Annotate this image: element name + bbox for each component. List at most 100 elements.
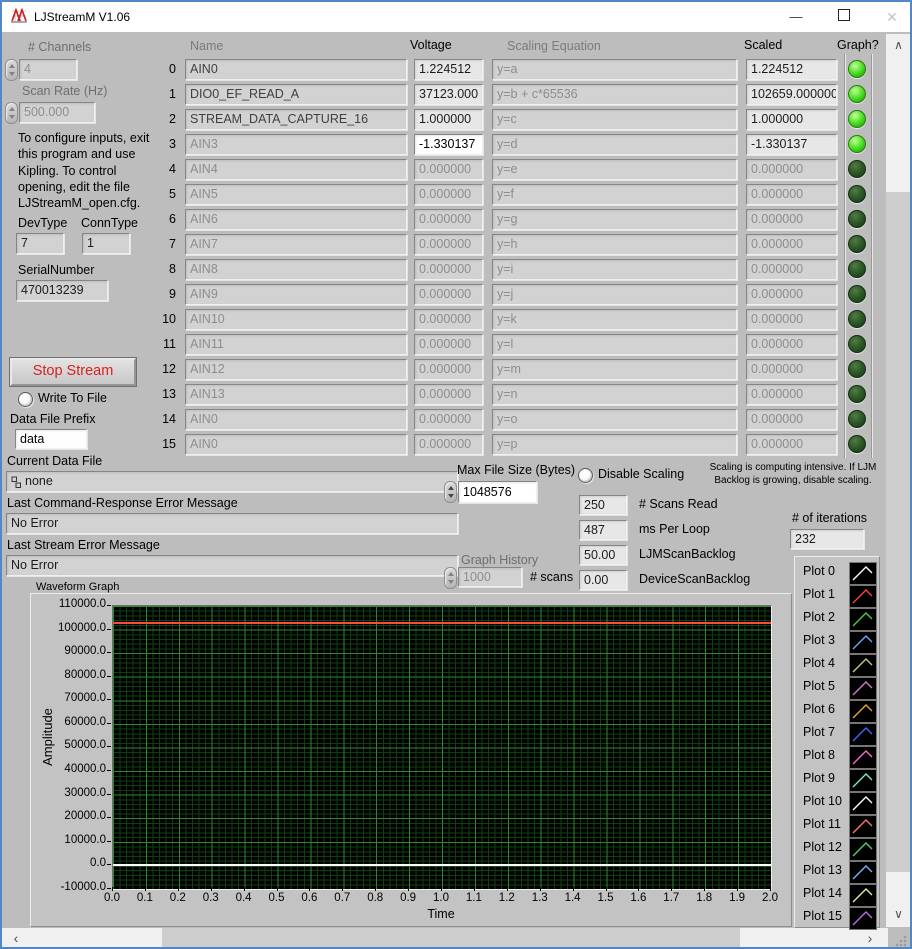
legend-plot-label[interactable]: Plot 7 bbox=[803, 725, 835, 739]
graph-led[interactable] bbox=[848, 385, 866, 403]
graph-led[interactable] bbox=[848, 160, 866, 178]
scroll-right-icon[interactable]: › bbox=[860, 930, 880, 946]
graph-led[interactable] bbox=[848, 285, 866, 303]
legend-plot-label[interactable]: Plot 0 bbox=[803, 564, 835, 578]
legend-sample-box[interactable] bbox=[849, 769, 877, 792]
stop-stream-button[interactable]: Stop Stream bbox=[10, 358, 136, 386]
legend-sample-box[interactable] bbox=[849, 677, 877, 700]
graph-led[interactable] bbox=[848, 310, 866, 328]
legend-sample-box[interactable] bbox=[849, 907, 877, 930]
channel-name-field[interactable]: AIN4 bbox=[185, 159, 407, 180]
scaling-equation-field[interactable]: y=b + c*65536 bbox=[492, 84, 737, 105]
legend-sample-box[interactable] bbox=[849, 654, 877, 677]
minimize-button[interactable]: — bbox=[780, 6, 812, 28]
channel-name-field[interactable]: AIN0 bbox=[185, 409, 407, 430]
legend-sample-box[interactable] bbox=[849, 861, 877, 884]
vertical-scrollbar[interactable]: ∧ ∨ bbox=[886, 34, 911, 927]
vertical-scrollbar-thumb[interactable] bbox=[886, 192, 911, 872]
scaling-equation-field[interactable]: y=d bbox=[492, 134, 737, 155]
current-data-file-field[interactable]: none bbox=[6, 471, 458, 492]
graph-led[interactable] bbox=[848, 335, 866, 353]
channel-name-field[interactable]: AIN11 bbox=[185, 334, 407, 355]
scaling-equation-field[interactable]: y=j bbox=[492, 284, 737, 305]
max-file-size-input[interactable]: 1048576 bbox=[458, 481, 537, 503]
graph-led[interactable] bbox=[848, 85, 866, 103]
graph-led[interactable] bbox=[848, 410, 866, 428]
scaling-equation-field[interactable]: y=m bbox=[492, 359, 737, 380]
channel-name-field[interactable]: AIN0 bbox=[185, 434, 407, 455]
maximize-button[interactable] bbox=[828, 6, 860, 28]
legend-plot-label[interactable]: Plot 6 bbox=[803, 702, 835, 716]
channel-name-field[interactable]: AIN8 bbox=[185, 259, 407, 280]
legend-plot-label[interactable]: Plot 9 bbox=[803, 771, 835, 785]
channel-name-field[interactable]: AIN5 bbox=[185, 184, 407, 205]
legend-plot-label[interactable]: Plot 10 bbox=[803, 794, 842, 808]
disable-scaling-radio[interactable] bbox=[578, 468, 593, 483]
channel-name-field[interactable]: AIN9 bbox=[185, 284, 407, 305]
graph-led[interactable] bbox=[848, 435, 866, 453]
legend-plot-label[interactable]: Plot 5 bbox=[803, 679, 835, 693]
graph-led[interactable] bbox=[848, 185, 866, 203]
legend-sample-box[interactable] bbox=[849, 631, 877, 654]
scaling-equation-field[interactable]: y=a bbox=[492, 59, 737, 80]
graph-led[interactable] bbox=[848, 235, 866, 253]
legend-plot-label[interactable]: Plot 13 bbox=[803, 863, 842, 877]
scaling-equation-field[interactable]: y=p bbox=[492, 434, 737, 455]
legend-sample-box[interactable] bbox=[849, 585, 877, 608]
horizontal-scrollbar[interactable]: ‹ › bbox=[2, 928, 888, 948]
channel-name-field[interactable]: AIN0 bbox=[185, 59, 407, 80]
legend-sample-box[interactable] bbox=[849, 838, 877, 861]
devtype-field[interactable]: 7 bbox=[16, 233, 64, 254]
channel-name-field[interactable]: AIN6 bbox=[185, 209, 407, 230]
legend-sample-box[interactable] bbox=[849, 746, 877, 769]
graph-led[interactable] bbox=[848, 135, 866, 153]
scroll-up-icon[interactable]: ∧ bbox=[886, 38, 911, 52]
graph-led[interactable] bbox=[848, 210, 866, 228]
channel-name-field[interactable]: AIN12 bbox=[185, 359, 407, 380]
horizontal-scrollbar-thumb[interactable] bbox=[162, 928, 740, 948]
serial-number-field[interactable]: 470013239 bbox=[16, 280, 108, 301]
legend-sample-box[interactable] bbox=[849, 562, 877, 585]
legend-plot-label[interactable]: Plot 11 bbox=[803, 817, 841, 831]
scaling-equation-field[interactable]: y=i bbox=[492, 259, 737, 280]
scaling-equation-field[interactable]: y=f bbox=[492, 184, 737, 205]
scaling-equation-field[interactable]: y=n bbox=[492, 384, 737, 405]
channel-name-field[interactable]: AIN3 bbox=[185, 134, 407, 155]
channel-name-field[interactable]: DIO0_EF_READ_A bbox=[185, 84, 407, 105]
graph-led[interactable] bbox=[848, 110, 866, 128]
scroll-left-icon[interactable]: ‹ bbox=[6, 930, 26, 946]
max-file-size-spinner[interactable] bbox=[444, 481, 457, 503]
channel-name-field[interactable]: AIN10 bbox=[185, 309, 407, 330]
graph-led[interactable] bbox=[848, 260, 866, 278]
channel-name-field[interactable]: AIN13 bbox=[185, 384, 407, 405]
graph-led[interactable] bbox=[848, 360, 866, 378]
data-file-prefix-input[interactable]: data bbox=[15, 429, 87, 449]
scaling-equation-field[interactable]: y=h bbox=[492, 234, 737, 255]
channel-name-field[interactable]: AIN7 bbox=[185, 234, 407, 255]
legend-plot-label[interactable]: Plot 4 bbox=[803, 656, 835, 670]
legend-sample-box[interactable] bbox=[849, 815, 877, 838]
scaling-equation-field[interactable]: y=k bbox=[492, 309, 737, 330]
resize-grip[interactable] bbox=[895, 935, 907, 947]
scaling-equation-field[interactable]: y=e bbox=[492, 159, 737, 180]
legend-plot-label[interactable]: Plot 14 bbox=[803, 886, 842, 900]
scaling-equation-field[interactable]: y=o bbox=[492, 409, 737, 430]
graph-led[interactable] bbox=[848, 60, 866, 78]
legend-sample-box[interactable] bbox=[849, 723, 877, 746]
legend-sample-box[interactable] bbox=[849, 608, 877, 631]
legend-plot-label[interactable]: Plot 3 bbox=[803, 633, 835, 647]
write-to-file-radio[interactable] bbox=[18, 392, 33, 407]
scaling-equation-field[interactable]: y=g bbox=[492, 209, 737, 230]
scaling-equation-field[interactable]: y=c bbox=[492, 109, 737, 130]
legend-plot-label[interactable]: Plot 2 bbox=[803, 610, 835, 624]
close-button[interactable]: ✕ bbox=[876, 6, 908, 28]
legend-plot-label[interactable]: Plot 1 bbox=[803, 587, 835, 601]
legend-plot-label[interactable]: Plot 15 bbox=[803, 909, 842, 923]
legend-sample-box[interactable] bbox=[849, 884, 877, 907]
conntype-field[interactable]: 1 bbox=[82, 233, 130, 254]
scroll-down-icon[interactable]: ∨ bbox=[886, 907, 911, 921]
legend-plot-label[interactable]: Plot 12 bbox=[803, 840, 842, 854]
legend-sample-box[interactable] bbox=[849, 792, 877, 815]
scaling-equation-field[interactable]: y=l bbox=[492, 334, 737, 355]
legend-sample-box[interactable] bbox=[849, 700, 877, 723]
